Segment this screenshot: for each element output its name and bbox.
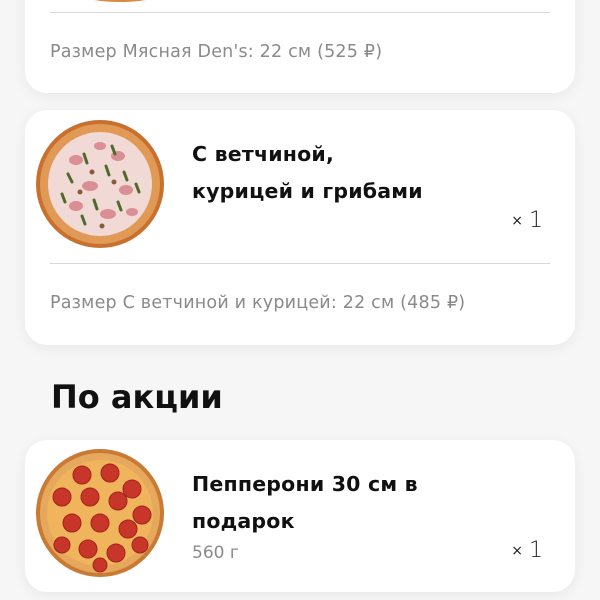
item-title: С ветчиной, курицей и грибами (192, 142, 423, 203)
pizza-pepperoni-icon (36, 449, 164, 577)
cart-item-card-ham-chicken[interactable]: С ветчиной, курицей и грибами × 1 Размер … (25, 110, 575, 345)
section-title-promo: По акции (51, 378, 223, 416)
cart-item-card-meat-dens[interactable]: Размер Мясная Den's: 22 см (525 ₽) (25, 0, 575, 93)
item-weight: 560 г (192, 543, 239, 563)
quantity: × 1 (511, 538, 543, 563)
quantity: × 1 (511, 208, 543, 233)
item-divider (50, 12, 550, 13)
size-line[interactable]: Размер С ветчиной и курицей: 22 см (485 … (50, 293, 465, 313)
item-divider (50, 263, 550, 264)
item-title: Пепперони 30 см в подарок (192, 472, 418, 533)
quantity-value: 1 (529, 208, 543, 233)
quantity-multiply-sign: × (511, 543, 523, 559)
quantity-multiply-sign: × (511, 213, 523, 229)
quantity-value: 1 (529, 538, 543, 563)
pizza-meat-icon (94, 0, 146, 2)
promo-item-card-pepperoni[interactable]: Пепперони 30 см в подарок 560 г × 1 (25, 440, 575, 592)
pizza-ham-chicken-mushroom-icon (36, 120, 164, 248)
size-line: Размер Мясная Den's: 22 см (525 ₽) (50, 42, 383, 62)
